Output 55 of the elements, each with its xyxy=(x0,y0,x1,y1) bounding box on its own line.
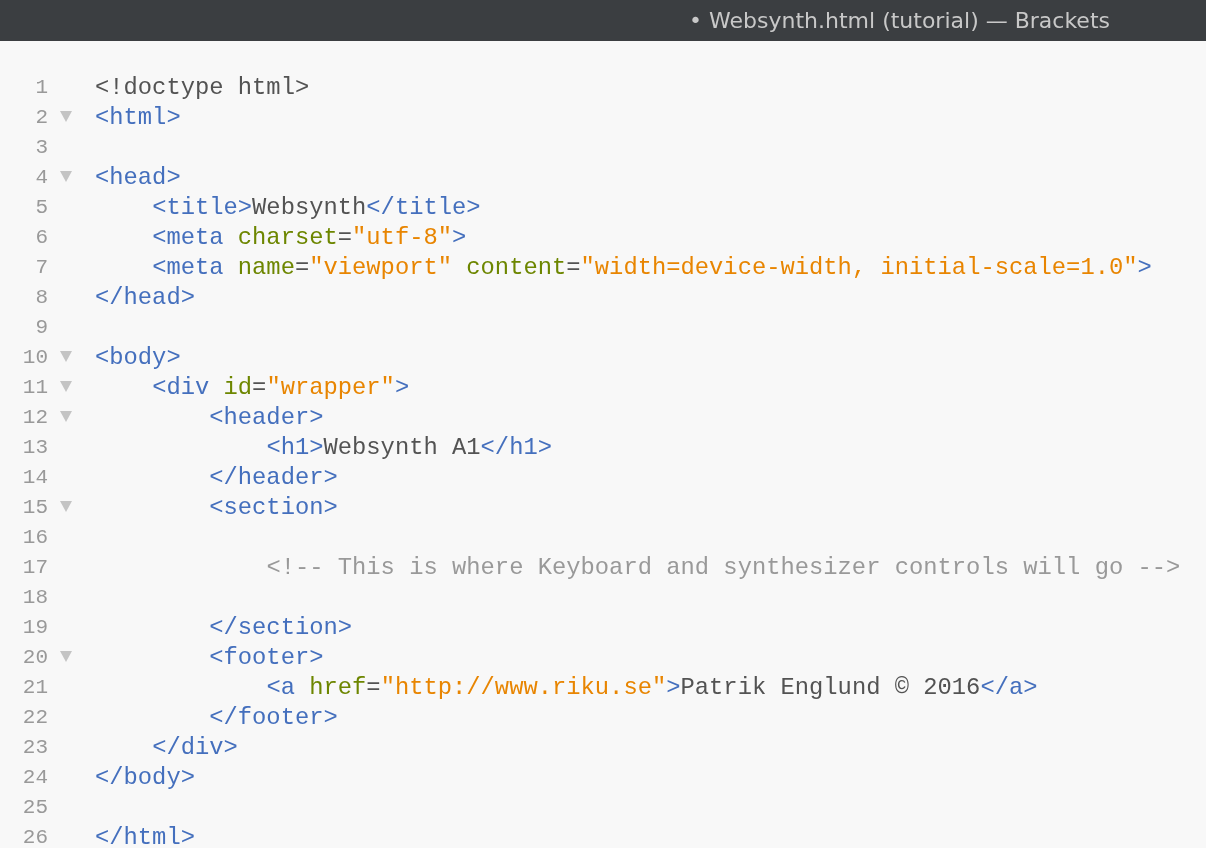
line-number: 11 xyxy=(21,375,48,399)
code-line: <!doctype html> xyxy=(95,73,310,101)
line-number: 18 xyxy=(21,585,48,609)
code-line: <header> xyxy=(209,403,324,431)
line-number: 1 xyxy=(34,75,48,99)
fold-triangle-icon[interactable] xyxy=(60,501,72,513)
line-number: 2 xyxy=(34,105,48,129)
line-number: 26 xyxy=(21,825,48,848)
code-line: </footer> xyxy=(209,703,338,731)
code-line: <a href="http://www.riku.se">Patrik Englund © 2016</a> xyxy=(266,673,1038,701)
code-line: </div> xyxy=(152,733,238,761)
line-number: 12 xyxy=(21,405,48,429)
code-line: <body> xyxy=(95,343,181,371)
code-line: </body> xyxy=(95,763,195,791)
fold-triangle-icon[interactable] xyxy=(60,651,72,663)
code-line: <footer> xyxy=(209,643,324,671)
line-number: 25 xyxy=(21,795,48,819)
line-number: 21 xyxy=(21,675,48,699)
code-line: </header> xyxy=(209,463,338,491)
line-number: 3 xyxy=(34,135,48,159)
line-number: 13 xyxy=(21,435,48,459)
code-line: </section> xyxy=(209,613,353,641)
code-line: <head> xyxy=(95,163,181,191)
fold-triangle-icon[interactable] xyxy=(60,351,72,363)
line-number: 4 xyxy=(34,165,48,189)
fold-triangle-icon[interactable] xyxy=(60,411,72,423)
line-number: 15 xyxy=(21,495,48,519)
line-number: 5 xyxy=(34,195,48,219)
line-number: 9 xyxy=(34,315,48,339)
line-number: 20 xyxy=(21,645,48,669)
line-number: 23 xyxy=(21,735,48,759)
line-number: 14 xyxy=(21,465,48,489)
code-line: </head> xyxy=(95,283,195,311)
line-number: 7 xyxy=(34,255,48,279)
line-number: 17 xyxy=(21,555,48,579)
window-title: • Websynth.html (tutorial) — Brackets xyxy=(689,8,1110,33)
code-line: <h1>Websynth A1</h1> xyxy=(266,433,552,461)
line-number: 24 xyxy=(21,765,48,789)
code-line: <meta name="viewport" content="width=device-width, initial-scale=1.0"> xyxy=(152,253,1152,281)
line-number: 19 xyxy=(21,615,48,639)
code-line: <html> xyxy=(95,103,181,131)
line-number: 16 xyxy=(21,525,48,549)
code-line: <section> xyxy=(209,493,338,521)
code-line: <meta charset="utf-8"> xyxy=(152,223,467,251)
fold-triangle-icon[interactable] xyxy=(60,111,72,123)
code-line: <div id="wrapper"> xyxy=(152,373,410,401)
code-line: <!-- This is where Keyboard and synthesizer controls will go --> xyxy=(266,553,1181,581)
code-line: </html> xyxy=(95,823,195,848)
code-line: <title>Websynth</title> xyxy=(152,193,481,221)
line-number: 10 xyxy=(21,345,48,369)
fold-triangle-icon[interactable] xyxy=(60,171,72,183)
line-number: 6 xyxy=(34,225,48,249)
line-number: 22 xyxy=(21,705,48,729)
fold-triangle-icon[interactable] xyxy=(60,381,72,393)
line-number: 8 xyxy=(34,285,48,309)
